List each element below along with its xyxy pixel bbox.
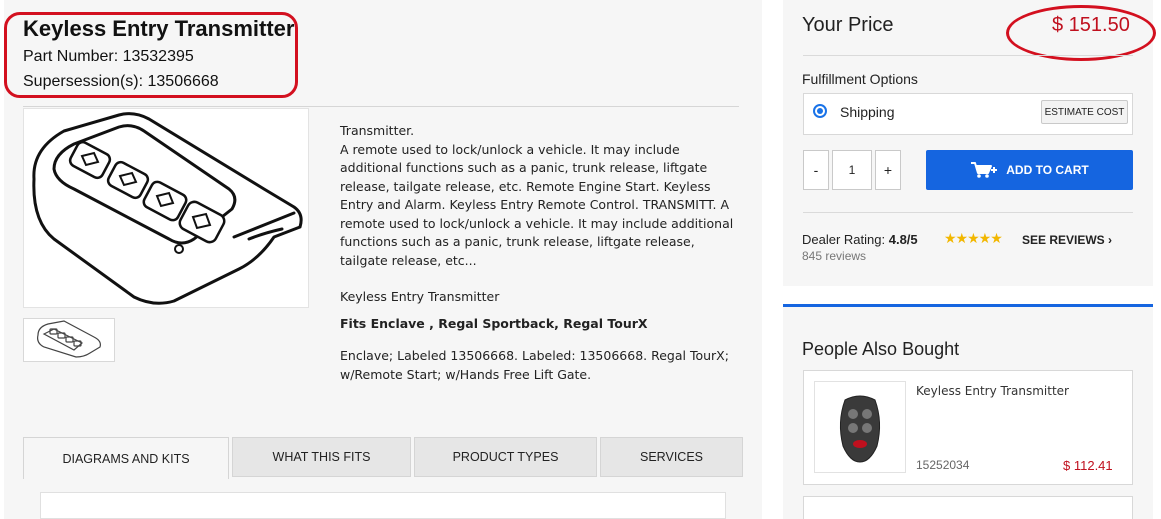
add-to-cart-button[interactable]: ADD TO CART xyxy=(926,150,1133,190)
section-gap xyxy=(783,286,1153,304)
tab-what-this-fits[interactable]: WHAT THIS FITS xyxy=(232,437,411,477)
divider xyxy=(803,212,1133,213)
tab-diagrams-and-kits[interactable]: DIAGRAMS AND KITS xyxy=(23,437,229,479)
supersession: Supersession(s): 13506668 xyxy=(23,73,219,90)
remote-fob-image xyxy=(839,395,881,463)
dealer-rating-value: 4.8/5 xyxy=(888,232,918,247)
divider xyxy=(803,55,1133,56)
quantity-increment-button[interactable]: + xyxy=(875,150,901,190)
product-title: Keyless Entry Transmitter xyxy=(23,16,295,41)
related-product-name[interactable]: Keyless Entry Transmitter xyxy=(916,384,1069,398)
related-product-image[interactable] xyxy=(814,381,906,473)
people-also-bought-title: People Also Bought xyxy=(802,339,960,359)
related-product-card[interactable] xyxy=(803,496,1133,519)
product-description: Transmitter. A remote used to lock/unloc… xyxy=(340,122,744,384)
related-product-price: $ 112.41 xyxy=(1063,458,1113,473)
fitment-notes: Enclave; Labeled 13506668. Labeled: 1350… xyxy=(340,348,729,382)
radio-selected-icon[interactable] xyxy=(813,104,827,118)
cart-plus-icon xyxy=(971,162,998,178)
part-number: Part Number: 13532395 xyxy=(23,48,194,65)
fitment-summary: Fits Enclave , Regal Sportback, Regal To… xyxy=(340,315,648,331)
see-reviews-link[interactable]: SEE REVIEWS › xyxy=(1022,233,1112,247)
product-thumbnail[interactable] xyxy=(23,318,115,362)
review-count: 845 reviews xyxy=(802,249,867,263)
tab-services[interactable]: SERVICES xyxy=(600,437,743,477)
quantity-input[interactable]: 1 xyxy=(832,150,872,190)
tab-content-area xyxy=(40,492,726,519)
description-subtitle: Keyless Entry Transmitter xyxy=(340,289,500,304)
price: $ 151.50 xyxy=(1052,14,1130,36)
section-accent-bar xyxy=(783,304,1153,307)
quantity-decrement-button[interactable]: - xyxy=(803,150,829,190)
star-rating-icon: ★★★★★ xyxy=(944,230,1003,246)
estimate-cost-button[interactable]: ESTIMATE COST xyxy=(1041,100,1128,124)
divider xyxy=(23,106,739,107)
related-product-part-number: 15252034 xyxy=(916,458,970,472)
fulfillment-options-label: Fulfillment Options xyxy=(802,71,918,87)
add-to-cart-label: ADD TO CART xyxy=(1006,163,1089,177)
shipping-label: Shipping xyxy=(840,104,895,120)
dealer-rating: Dealer Rating: 4.8/5 xyxy=(802,232,918,247)
product-tabs: DIAGRAMS AND KITS WHAT THIS FITS PRODUCT… xyxy=(23,437,743,479)
tab-product-types[interactable]: PRODUCT TYPES xyxy=(414,437,597,477)
description-text: Transmitter. A remote used to lock/unloc… xyxy=(340,123,734,268)
key-fob-illustration xyxy=(32,112,303,305)
product-image[interactable] xyxy=(23,108,309,308)
key-fob-thumbnail-image xyxy=(37,320,101,358)
your-price-label: Your Price xyxy=(802,14,894,36)
dealer-rating-label: Dealer Rating: xyxy=(802,232,886,247)
